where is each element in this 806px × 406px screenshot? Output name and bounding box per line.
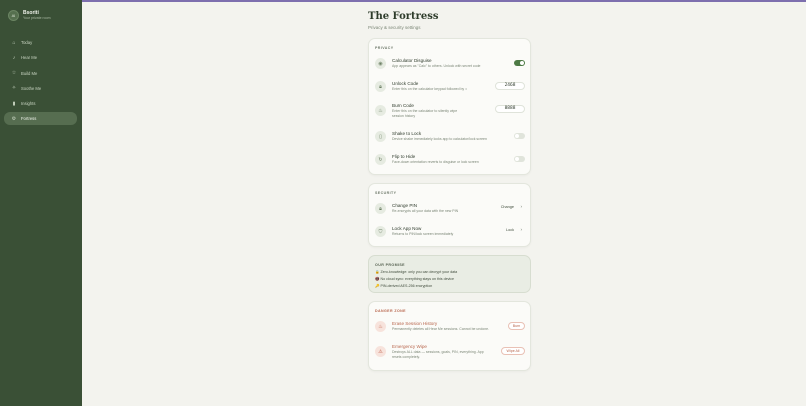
- brand: AI Bsoriti Your private room: [8, 10, 51, 21]
- eye-icon: ◉: [375, 58, 386, 69]
- setting-title: Burn Code: [392, 103, 414, 108]
- setting-title: Unlock Code: [392, 81, 419, 86]
- gear-icon: ⚙: [11, 115, 17, 122]
- sidebar-item-build-me[interactable]: ☆ Build Me: [4, 67, 77, 80]
- sidebar-item-today[interactable]: ⌂ Today: [4, 36, 77, 49]
- chart-icon: ▮: [12, 100, 16, 107]
- flame-icon: ♨: [375, 105, 386, 116]
- wipe-all-button[interactable]: Wipe All: [501, 347, 525, 355]
- brand-subtitle: Your private room: [23, 16, 51, 20]
- setting-description: resets completely.: [392, 354, 420, 359]
- setting-change-pin[interactable]: 🔒︎ Change PIN Re-encrypts all your data …: [369, 202, 532, 222]
- promise-line: 📵 No cloud sync: everything stays on thi…: [375, 277, 454, 281]
- sidebar-item-label: Build Me: [21, 70, 38, 76]
- setting-shake-to-lock: ▯ Shake to Lock Device shake immediately…: [369, 130, 532, 150]
- sidebar-item-label: Insights: [21, 101, 36, 107]
- setting-description: Permanently deletes all Hear Me sessions…: [392, 327, 490, 331]
- setting-title: Flip to Hide: [392, 154, 416, 159]
- setting-description: Enter this on the calculator keypad foll…: [392, 87, 468, 91]
- phone-icon: ▯: [375, 131, 386, 142]
- chevron-right-icon: ›: [520, 227, 523, 232]
- shake-to-lock-toggle[interactable]: [514, 133, 525, 139]
- setting-description: Re-encrypts all your data with the new P…: [392, 209, 459, 213]
- security-card: SECURITY 🔒︎ Change PIN Re-encrypts all y…: [368, 183, 531, 247]
- calculator-disguise-toggle[interactable]: [514, 60, 525, 66]
- sidebar-nav: ⌂ Today ♪ Hear Me ☆ Build Me ✧ Soothe Me…: [4, 36, 77, 128]
- setting-description: Device shake immediately locks app to ca…: [392, 137, 487, 141]
- privacy-card: PRIVACY ◉ Calculator Disguise App appear…: [368, 38, 531, 175]
- sidebar-item-label: Today: [21, 40, 33, 45]
- danger-zone-card: DANGER ZONE ♨ Erase Session History Perm…: [368, 301, 531, 371]
- mic-icon: ♪: [12, 54, 16, 61]
- sidebar-item-label: Fortress: [21, 116, 37, 122]
- setting-title: Shake to Lock: [392, 131, 422, 136]
- home-icon: ⌂: [12, 39, 16, 46]
- setting-calculator-disguise: ◉ Calculator Disguise App appears as "Ca…: [369, 57, 532, 77]
- change-pin-button[interactable]: Change: [501, 205, 514, 209]
- setting-flip-to-hide: ↻ Flip to Hide Face-down orientation rev…: [369, 153, 532, 173]
- top-accent-bar: [0, 0, 806, 2]
- chevron-right-icon: ›: [520, 204, 523, 209]
- star-icon: ☆: [11, 70, 17, 77]
- section-label-promise: OUR PROMISE: [375, 263, 405, 267]
- lock-icon: 🔒︎: [375, 203, 386, 214]
- unlock-code-input[interactable]: 2468: [495, 82, 525, 90]
- setting-lock-app-now[interactable]: ⛉ Lock App Now Returns to PIN/lock scree…: [369, 225, 532, 245]
- sidebar-item-insights[interactable]: ▮ Insights: [4, 97, 77, 110]
- sidebar-item-label: Hear Me: [21, 55, 38, 61]
- setting-emergency-wipe: ⚠ Emergency Wipe Destroys ALL data — ses…: [369, 344, 532, 368]
- section-label-danger: DANGER ZONE: [375, 309, 406, 313]
- shield-icon: ⛉: [375, 226, 386, 237]
- setting-title: Emergency Wipe: [392, 344, 427, 349]
- sidebar-item-soothe-me[interactable]: ✧ Soothe Me: [4, 82, 77, 95]
- setting-description: Face-down orientation reverts to disguis…: [392, 160, 479, 164]
- flame-icon: ♨: [375, 321, 386, 332]
- setting-title: Lock App Now: [392, 226, 422, 231]
- setting-description: session history: [392, 113, 416, 118]
- setting-erase-history: ♨ Erase Session History Permanently dele…: [369, 320, 532, 340]
- rotate-icon: ↻: [375, 154, 386, 165]
- promise-card: OUR PROMISE 🔒 Zero-knowledge: only you c…: [368, 255, 531, 293]
- page-title: The Fortress: [368, 11, 439, 22]
- sidebar-item-hear-me[interactable]: ♪ Hear Me: [4, 51, 77, 64]
- setting-description: Returns to PIN/lock screen immediately: [392, 232, 454, 236]
- sidebar-item-label: Soothe Me: [21, 85, 42, 91]
- burn-code-input[interactable]: 8888: [495, 105, 525, 113]
- promise-line: 🔒 Zero-knowledge: only you can decrypt y…: [375, 270, 458, 274]
- flip-to-hide-toggle[interactable]: [514, 156, 525, 162]
- promise-line: 🔑 PIN-derived AES-256 encryption: [375, 284, 433, 288]
- section-label-security: SECURITY: [375, 191, 397, 195]
- section-label-privacy: PRIVACY: [375, 46, 394, 50]
- lock-app-button[interactable]: Lock: [506, 228, 514, 232]
- setting-title: Calculator Disguise: [392, 58, 432, 63]
- lock-icon: 🔒︎: [375, 81, 386, 92]
- setting-title: Change PIN: [392, 203, 418, 208]
- burn-button[interactable]: Burn: [508, 322, 525, 330]
- sidebar-item-fortress[interactable]: ⚙ Fortress: [4, 112, 77, 126]
- sparkle-icon: ✧: [11, 85, 17, 92]
- page-subtitle: Privacy & security settings: [368, 25, 421, 30]
- setting-description: App appears as "Calc" to others. Unlock …: [392, 64, 481, 68]
- warning-icon: ⚠: [375, 346, 386, 357]
- sidebar: AI Bsoriti Your private room ⌂ Today ♪ H…: [0, 0, 82, 406]
- setting-unlock-code: 🔒︎ Unlock Code Enter this on the calcula…: [369, 80, 532, 100]
- avatar[interactable]: AI: [8, 10, 19, 21]
- setting-burn-code: ♨ Burn Code Enter this on the calculator…: [369, 102, 532, 126]
- setting-title: Erase Session History: [392, 321, 438, 326]
